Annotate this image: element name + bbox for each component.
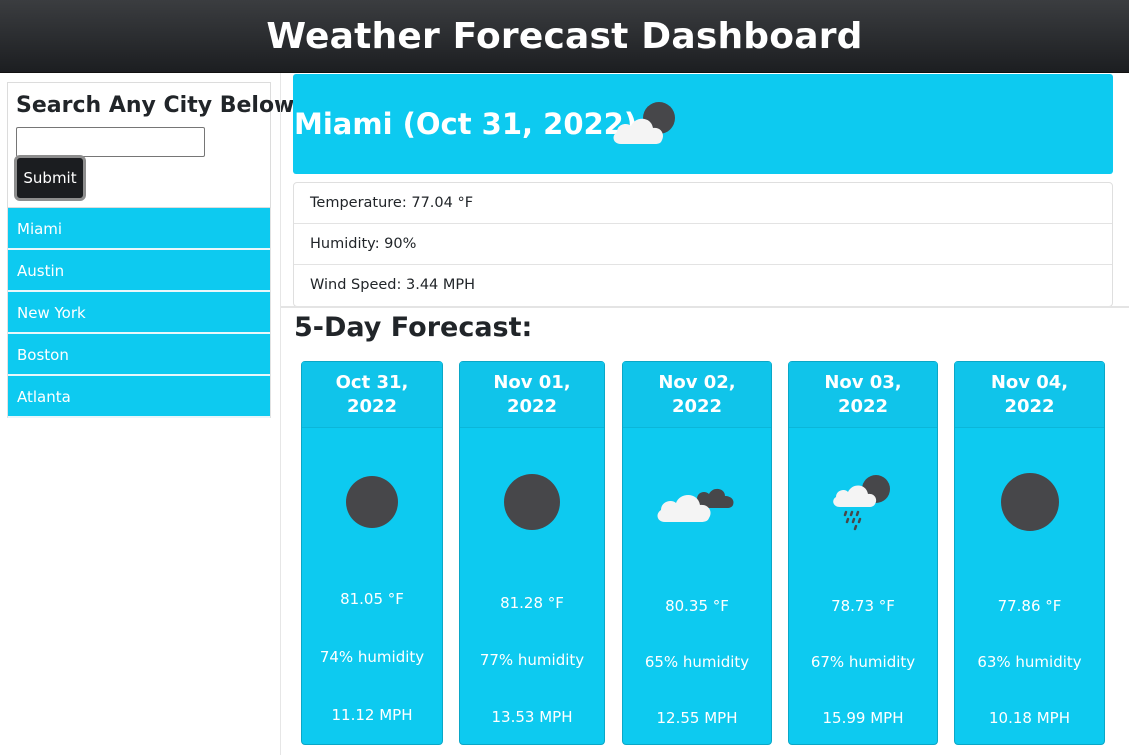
forecast-humidity: 74% humidity xyxy=(319,648,425,666)
forecast-date: Nov 04, 2022 xyxy=(955,362,1104,428)
current-humidity: Humidity: 90% xyxy=(294,224,1112,265)
forecast-wind: 12.55 MPH xyxy=(656,709,738,727)
forecast-date: Nov 03, 2022 xyxy=(789,362,937,428)
forecast-wind: 10.18 MPH xyxy=(989,709,1070,727)
forecast-temp: 81.05 °F xyxy=(340,590,404,608)
app-header: Weather Forecast Dashboard xyxy=(0,0,1129,73)
forecast-card: Nov 01, 2022 81.28 °F 77% humidity 13.53… xyxy=(459,361,605,745)
clear-night-icon xyxy=(1000,473,1059,531)
current-wind-speed: Wind Speed: 3.44 MPH xyxy=(310,277,476,293)
forecast-card: Oct 31, 2022 81.05 °F 74% humidity 11.12… xyxy=(301,361,443,745)
history-item-new-york[interactable]: New York xyxy=(8,292,270,334)
current-temperature: Temperature: 77.04 °F xyxy=(294,183,1112,224)
forecast-humidity: 63% humidity xyxy=(977,653,1082,671)
forecast-title: 5-Day Forecast: xyxy=(294,312,533,343)
forecast-date: Nov 01, 2022 xyxy=(460,362,604,428)
search-history-list: Miami Austin New York Boston Atlanta xyxy=(7,208,271,418)
current-weather-banner: Miami (Oct 31, 2022) xyxy=(293,74,1113,174)
current-stats-list: Temperature: 77.04 °F Humidity: 90% Wind… xyxy=(293,182,1113,307)
main-divider xyxy=(280,73,281,755)
forecast-card: Nov 03, 2022 78.73 °F 67% humidity 15.99… xyxy=(788,361,938,745)
forecast-humidity: 77% humidity xyxy=(479,651,585,669)
forecast-card: Nov 04, 2022 77.86 °F 63% humidity 10.18… xyxy=(954,361,1105,745)
forecast-temp: 78.73 °F xyxy=(831,597,895,615)
history-item-atlanta[interactable]: Atlanta xyxy=(8,376,270,418)
section-divider xyxy=(281,306,1129,308)
history-item-austin[interactable]: Austin xyxy=(8,250,270,292)
broken-clouds-icon xyxy=(657,488,734,522)
forecast-wind: 15.99 MPH xyxy=(822,709,904,727)
forecast-temp: 81.28 °F xyxy=(500,594,564,612)
clouds-icon xyxy=(613,102,675,144)
forecast-date: Oct 31, 2022 xyxy=(302,362,442,428)
page-title: Weather Forecast Dashboard xyxy=(266,15,863,57)
city-search-input[interactable] xyxy=(16,127,205,157)
forecast-humidity: 67% humidity xyxy=(810,653,916,671)
forecast-temp: 77.86 °F xyxy=(997,597,1062,615)
forecast-card: Nov 02, 2022 80.35 °F 65% humidity 12.55… xyxy=(622,361,772,745)
search-panel: Search Any City Below Submit xyxy=(7,82,294,208)
current-city-title: Miami (Oct 31, 2022) xyxy=(294,107,638,141)
clear-night-icon xyxy=(346,476,398,528)
forecast-wind: 13.53 MPH xyxy=(491,708,573,726)
forecast-humidity: 65% humidity xyxy=(644,653,750,671)
search-title: Search Any City Below xyxy=(16,93,295,118)
history-item-miami[interactable]: Miami xyxy=(8,208,270,250)
history-item-boston[interactable]: Boston xyxy=(8,334,270,376)
submit-button[interactable]: Submit xyxy=(14,155,86,201)
forecast-temp: 80.35 °F xyxy=(665,597,729,615)
forecast-wind: 11.12 MPH xyxy=(331,706,413,724)
forecast-date: Nov 02, 2022 xyxy=(623,362,771,428)
clear-night-icon xyxy=(504,474,560,530)
rain-night-icon xyxy=(833,475,890,531)
